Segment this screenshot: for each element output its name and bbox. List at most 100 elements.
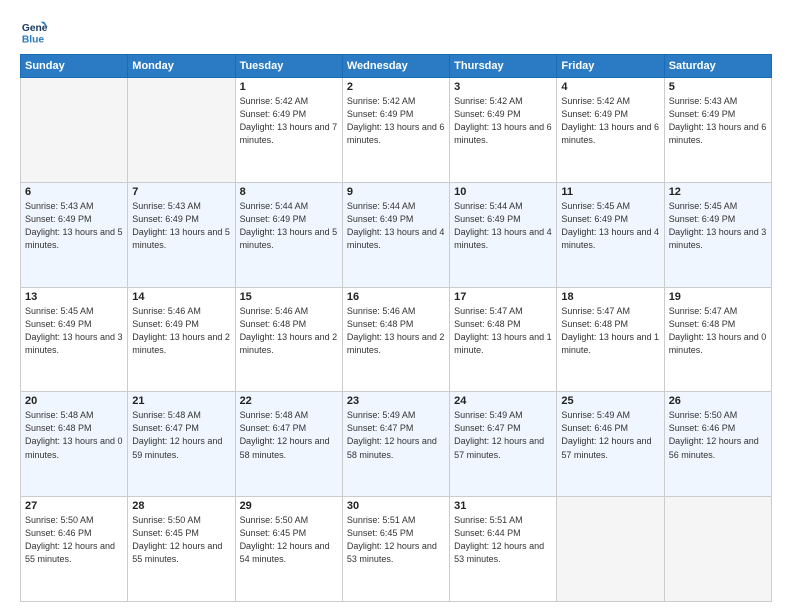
calendar-cell: 7Sunrise: 5:43 AM Sunset: 6:49 PM Daylig… [128, 182, 235, 287]
day-detail: Sunrise: 5:51 AM Sunset: 6:45 PM Dayligh… [347, 514, 445, 566]
day-number: 26 [669, 395, 767, 407]
day-detail: Sunrise: 5:44 AM Sunset: 6:49 PM Dayligh… [454, 200, 552, 252]
calendar-cell: 12Sunrise: 5:45 AM Sunset: 6:49 PM Dayli… [664, 182, 771, 287]
day-number: 13 [25, 291, 123, 303]
calendar-cell [21, 78, 128, 183]
calendar-cell: 20 Sunrise: 5:48 AM Sunset: 6:48 PM Dayli… [21, 392, 128, 497]
weekday-header: Saturday [664, 55, 771, 78]
day-detail: Sunrise: 5:42 AM Sunset: 6:49 PM Dayligh… [347, 95, 445, 147]
calendar-cell: 9 Sunrise: 5:44 AM Sunset: 6:49 PM Daylig… [342, 182, 449, 287]
calendar-cell: 22 Sunrise: 5:48 AM Sunset: 6:47 PM Dayli… [235, 392, 342, 497]
calendar-cell: 8Sunrise: 5:44 AM Sunset: 6:49 PM Daylig… [235, 182, 342, 287]
day-number: 24 [454, 395, 552, 407]
day-detail: Sunrise: 5:44 AM Sunset: 6:49 PM Dayligh… [240, 200, 338, 252]
day-number: 17 [454, 291, 552, 303]
day-detail: Sunrise: 5:48 AM Sunset: 6:48 PM Dayligh… [25, 409, 123, 461]
day-detail: Sunrise: 5:50 AM Sunset: 6:45 PM Dayligh… [132, 514, 230, 566]
day-detail: Sunrise: 5:51 AM Sunset: 6:44 PM Dayligh… [454, 514, 552, 566]
calendar-cell: 31 Sunrise: 5:51 AM Sunset: 6:44 PM Dayli… [450, 497, 557, 602]
day-number: 2 [347, 81, 445, 93]
calendar-cell [128, 78, 235, 183]
calendar-cell: 18 Sunrise: 5:47 AM Sunset: 6:48 PM Dayli… [557, 287, 664, 392]
day-detail: Sunrise: 5:49 AM Sunset: 6:47 PM Dayligh… [347, 409, 445, 461]
calendar-cell: 6Sunrise: 5:43 AM Sunset: 6:49 PM Daylig… [21, 182, 128, 287]
day-number: 19 [669, 291, 767, 303]
day-detail: Sunrise: 5:48 AM Sunset: 6:47 PM Dayligh… [240, 409, 338, 461]
calendar-cell [557, 497, 664, 602]
day-detail: Sunrise: 5:47 AM Sunset: 6:48 PM Dayligh… [561, 305, 659, 357]
day-detail: Sunrise: 5:44 AM Sunset: 6:49 PM Dayligh… [347, 200, 445, 252]
calendar-cell: 30Sunrise: 5:51 AM Sunset: 6:45 PM Dayli… [342, 497, 449, 602]
day-detail: Sunrise: 5:46 AM Sunset: 6:48 PM Dayligh… [347, 305, 445, 357]
calendar-cell: 10 Sunrise: 5:44 AM Sunset: 6:49 PM Dayli… [450, 182, 557, 287]
page: General Blue SundayMondayTuesdayWednesda… [0, 0, 792, 612]
day-number: 28 [132, 500, 230, 512]
weekday-header: Tuesday [235, 55, 342, 78]
day-detail: Sunrise: 5:50 AM Sunset: 6:46 PM Dayligh… [669, 409, 767, 461]
calendar-cell: 25 Sunrise: 5:49 AM Sunset: 6:46 PM Dayli… [557, 392, 664, 497]
day-number: 14 [132, 291, 230, 303]
logo-icon: General Blue [20, 18, 48, 46]
day-detail: Sunrise: 5:42 AM Sunset: 6:49 PM Dayligh… [240, 95, 338, 147]
weekday-header: Wednesday [342, 55, 449, 78]
day-detail: Sunrise: 5:47 AM Sunset: 6:48 PM Dayligh… [454, 305, 552, 357]
day-number: 16 [347, 291, 445, 303]
day-detail: Sunrise: 5:48 AM Sunset: 6:47 PM Dayligh… [132, 409, 230, 461]
calendar-cell: 28 Sunrise: 5:50 AM Sunset: 6:45 PM Dayli… [128, 497, 235, 602]
calendar-cell: 4 Sunrise: 5:42 AM Sunset: 6:49 PM Daylig… [557, 78, 664, 183]
header: General Blue [20, 18, 772, 46]
logo: General Blue [20, 18, 48, 46]
weekday-header: Monday [128, 55, 235, 78]
day-number: 4 [561, 81, 659, 93]
day-detail: Sunrise: 5:42 AM Sunset: 6:49 PM Dayligh… [561, 95, 659, 147]
day-number: 18 [561, 291, 659, 303]
day-number: 21 [132, 395, 230, 407]
calendar-cell: 29Sunrise: 5:50 AM Sunset: 6:45 PM Dayli… [235, 497, 342, 602]
day-number: 22 [240, 395, 338, 407]
day-detail: Sunrise: 5:45 AM Sunset: 6:49 PM Dayligh… [561, 200, 659, 252]
day-number: 9 [347, 186, 445, 198]
weekday-header: Friday [557, 55, 664, 78]
calendar-cell: 5 Sunrise: 5:43 AM Sunset: 6:49 PM Daylig… [664, 78, 771, 183]
calendar-cell: 21 Sunrise: 5:48 AM Sunset: 6:47 PM Dayli… [128, 392, 235, 497]
day-number: 31 [454, 500, 552, 512]
day-detail: Sunrise: 5:49 AM Sunset: 6:46 PM Dayligh… [561, 409, 659, 461]
day-number: 25 [561, 395, 659, 407]
calendar-cell: 17 Sunrise: 5:47 AM Sunset: 6:48 PM Dayli… [450, 287, 557, 392]
day-number: 12 [669, 186, 767, 198]
day-detail: Sunrise: 5:47 AM Sunset: 6:48 PM Dayligh… [669, 305, 767, 357]
day-detail: Sunrise: 5:50 AM Sunset: 6:46 PM Dayligh… [25, 514, 123, 566]
day-number: 27 [25, 500, 123, 512]
calendar: SundayMondayTuesdayWednesdayThursdayFrid… [20, 54, 772, 602]
calendar-cell: 23 Sunrise: 5:49 AM Sunset: 6:47 PM Dayli… [342, 392, 449, 497]
calendar-cell: 11Sunrise: 5:45 AM Sunset: 6:49 PM Dayli… [557, 182, 664, 287]
day-number: 1 [240, 81, 338, 93]
calendar-cell: 2 Sunrise: 5:42 AM Sunset: 6:49 PM Daylig… [342, 78, 449, 183]
day-detail: Sunrise: 5:49 AM Sunset: 6:47 PM Dayligh… [454, 409, 552, 461]
svg-text:General: General [22, 23, 48, 34]
day-number: 23 [347, 395, 445, 407]
day-detail: Sunrise: 5:46 AM Sunset: 6:49 PM Dayligh… [132, 305, 230, 357]
weekday-header: Thursday [450, 55, 557, 78]
day-number: 15 [240, 291, 338, 303]
calendar-cell: 16 Sunrise: 5:46 AM Sunset: 6:48 PM Dayli… [342, 287, 449, 392]
calendar-cell: 14 Sunrise: 5:46 AM Sunset: 6:49 PM Dayli… [128, 287, 235, 392]
day-number: 20 [25, 395, 123, 407]
svg-text:Blue: Blue [22, 34, 45, 45]
day-number: 5 [669, 81, 767, 93]
calendar-cell [664, 497, 771, 602]
day-number: 10 [454, 186, 552, 198]
calendar-cell: 15 Sunrise: 5:46 AM Sunset: 6:48 PM Dayli… [235, 287, 342, 392]
day-detail: Sunrise: 5:50 AM Sunset: 6:45 PM Dayligh… [240, 514, 338, 566]
day-number: 6 [25, 186, 123, 198]
day-detail: Sunrise: 5:45 AM Sunset: 6:49 PM Dayligh… [25, 305, 123, 357]
day-detail: Sunrise: 5:46 AM Sunset: 6:48 PM Dayligh… [240, 305, 338, 357]
calendar-cell: 3 Sunrise: 5:42 AM Sunset: 6:49 PM Daylig… [450, 78, 557, 183]
day-detail: Sunrise: 5:43 AM Sunset: 6:49 PM Dayligh… [669, 95, 767, 147]
calendar-cell: 19 Sunrise: 5:47 AM Sunset: 6:48 PM Dayli… [664, 287, 771, 392]
day-detail: Sunrise: 5:43 AM Sunset: 6:49 PM Dayligh… [132, 200, 230, 252]
day-detail: Sunrise: 5:42 AM Sunset: 6:49 PM Dayligh… [454, 95, 552, 147]
weekday-header: Sunday [21, 55, 128, 78]
calendar-cell: 27 Sunrise: 5:50 AM Sunset: 6:46 PM Dayli… [21, 497, 128, 602]
day-number: 3 [454, 81, 552, 93]
